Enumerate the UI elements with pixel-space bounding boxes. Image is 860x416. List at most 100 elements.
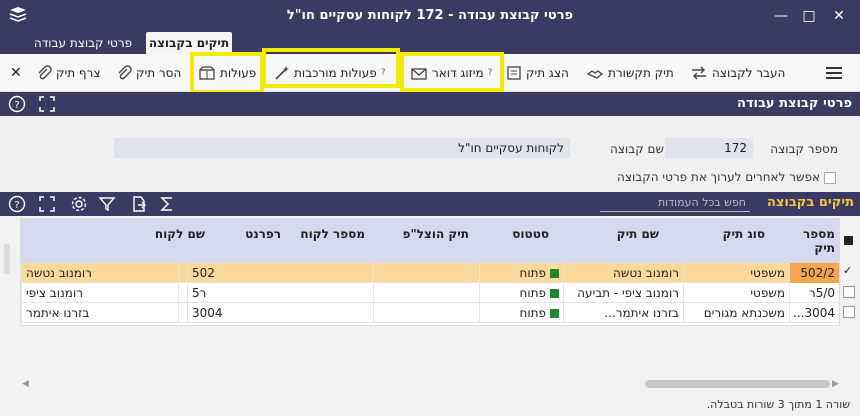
- cell-status: פתוח: [479, 263, 563, 283]
- window-title: פרטי קבוצת עבודה - 172 לקוחות עסקיים חו"…: [286, 8, 574, 23]
- cell-client-name: רומנוב נטשה: [21, 263, 187, 283]
- help-icon[interactable]: ?: [8, 195, 26, 213]
- paperclip-remove-icon: [118, 65, 132, 80]
- handshake-icon: [586, 70, 604, 79]
- close-icon[interactable]: ✕: [10, 54, 22, 92]
- cell-client-num: 3004: [187, 303, 373, 323]
- complex-actions-button[interactable]: ? פעולות מורכבות: [274, 54, 385, 92]
- cell-file-name: רומנוב נטשה: [563, 263, 683, 283]
- group-name-label: שם קבוצה: [610, 142, 664, 156]
- cell-file-name: רומנוב ציפי - תביעה: [563, 283, 683, 303]
- attach-file-label: צרף תיק: [56, 66, 101, 80]
- group-details-form: מספר קבוצה 172 שם קבוצה לקוחות עסקיים חו…: [0, 116, 860, 274]
- col-client-num[interactable]: מספר לקוח: [300, 227, 365, 241]
- cell-status-text: פתוח: [519, 286, 547, 300]
- comm-file-label: תיק תקשורת: [608, 66, 674, 80]
- expand-icon[interactable]: [38, 95, 56, 113]
- mail-merge-label: מיזוג דואר: [432, 66, 484, 80]
- cell-file-name: בזרנו איתמר...: [563, 303, 683, 323]
- paperclip-icon: [38, 65, 52, 80]
- export-icon[interactable]: [130, 195, 148, 213]
- row-count-footer: שורה 1 מתוך 3 שורות בטבלה.: [706, 398, 850, 411]
- cell-status-text: פתוח: [519, 266, 547, 280]
- status-open-icon: [550, 309, 559, 318]
- remove-file-button[interactable]: הסר תיק: [116, 54, 181, 92]
- row-checkbox[interactable]: [843, 306, 855, 318]
- cell-file-num: 502/2: [789, 263, 839, 283]
- group-number-label: מספר קבוצה: [770, 142, 838, 156]
- status-open-icon: [550, 289, 559, 298]
- allow-edit-checkbox[interactable]: [824, 172, 836, 184]
- col-client-name[interactable]: שם לקוח: [155, 227, 205, 241]
- remove-file-label: הסר תיק: [136, 66, 182, 80]
- close-window-button[interactable]: ✕: [826, 4, 852, 28]
- cell-file-type: משפטי: [683, 263, 789, 283]
- subgrid-title: תיקים בקבוצה: [767, 195, 854, 210]
- cell-file-type: משפטי: [683, 283, 789, 303]
- magic-wand-icon: [275, 66, 289, 80]
- side-scroll-handle[interactable]: [4, 244, 10, 274]
- actions-button[interactable]: פעולות: [198, 54, 256, 92]
- actions-label: פעולות: [220, 66, 257, 80]
- table-row[interactable]: 3004... משכנתא מגורים בזרנו איתמר... פתו…: [21, 303, 839, 323]
- box-icon: [199, 66, 215, 80]
- cell-file-type: משכנתא מגורים: [683, 303, 789, 323]
- table-row[interactable]: 5/0ר משפטי רומנוב ציפי - תביעה פתוח ר5 ר…: [21, 283, 839, 303]
- cell-client-num: 502: [187, 263, 373, 283]
- section-title: פרטי קבוצת עבודה: [736, 96, 852, 111]
- col-file-num[interactable]: מספר תיק: [785, 227, 835, 255]
- cell-client-name: בזרנו איתמר: [21, 303, 187, 323]
- group-name-field[interactable]: לקוחות עסקיים חו"ל: [114, 138, 570, 158]
- tabs-bar: תיקים בקבוצה פרטי קבוצת עבודה: [0, 32, 860, 54]
- mail-merge-button[interactable]: ? מיזוג דואר: [410, 54, 492, 92]
- attach-file-button[interactable]: צרף תיק: [36, 54, 100, 92]
- comm-file-button[interactable]: תיק תקשורת: [586, 54, 674, 92]
- cell-status: פתוח: [479, 283, 563, 303]
- document-icon: [507, 66, 521, 80]
- scroll-right-arrow[interactable]: ▶: [832, 379, 839, 389]
- scroll-left-arrow[interactable]: ◀: [22, 379, 29, 389]
- col-status[interactable]: סטטוס: [512, 227, 549, 241]
- toolbar: ✕ צרף תיק הסר תיק פעולות ? פעולות מורכבו…: [0, 48, 860, 140]
- group-number-field[interactable]: 172: [665, 138, 753, 158]
- col-reference[interactable]: רפרנט: [245, 227, 281, 241]
- expand-icon[interactable]: [38, 195, 56, 213]
- status-open-icon: [550, 269, 559, 278]
- cell-file-num: 5/0ר: [789, 283, 839, 303]
- table-header: מספר תיק סוג תיק שם תיק סטטוס תיק הוצל"פ…: [21, 219, 839, 263]
- row-checkmark-icon[interactable]: ✓: [843, 264, 852, 277]
- maximize-button[interactable]: □: [796, 4, 822, 28]
- col-exec-file[interactable]: תיק הוצל"פ: [403, 227, 469, 241]
- col-file-name[interactable]: שם תיק: [617, 227, 659, 241]
- help-sup-complex: ?: [380, 68, 386, 78]
- col-file-type[interactable]: סוג תיק: [723, 227, 765, 241]
- subgrid-header: ? חפש בכל העמודות תיקים בקבוצה: [0, 192, 860, 216]
- horizontal-scrollbar[interactable]: [645, 380, 830, 388]
- cell-exec-file: [373, 263, 479, 283]
- search-input[interactable]: חפש בכל העמודות: [600, 194, 750, 212]
- section-header: ? פרטי קבוצת עבודה: [0, 92, 860, 116]
- table-row[interactable]: 502/2 משפטי רומנוב נטשה פתוח 502 רומנוב …: [21, 263, 839, 283]
- gear-icon[interactable]: [70, 195, 88, 213]
- help-sup-mail: ?: [487, 68, 493, 78]
- tab-files-in-group[interactable]: תיקים בקבוצה: [146, 32, 232, 54]
- svg-text:?: ?: [14, 100, 19, 111]
- show-file-button[interactable]: הצג תיק: [506, 54, 569, 92]
- menu-icon[interactable]: [826, 66, 842, 80]
- select-all-checkbox[interactable]: [844, 236, 853, 245]
- cell-file-num: 3004...: [789, 303, 839, 323]
- cell-status-text: פתוח: [519, 306, 547, 320]
- transfer-to-group-button[interactable]: העבר לקבוצה: [690, 54, 785, 92]
- row-checkbox[interactable]: [843, 286, 855, 298]
- sum-icon[interactable]: [158, 195, 176, 213]
- envelope-icon: [411, 68, 427, 80]
- allow-edit-label: אפשר לאחרים לערוך את פרטי הקבוצה: [617, 170, 820, 184]
- tab-group-details[interactable]: פרטי קבוצת עבודה: [28, 32, 138, 54]
- title-bar: פרטי קבוצת עבודה - 172 לקוחות עסקיים חו"…: [0, 0, 860, 32]
- cell-status: פתוח: [479, 303, 563, 323]
- help-icon[interactable]: ?: [8, 95, 26, 113]
- files-table: מספר תיק סוג תיק שם תיק סטטוס תיק הוצל"פ…: [20, 218, 840, 326]
- filter-icon[interactable]: [98, 195, 116, 213]
- svg-text:?: ?: [14, 200, 19, 211]
- minimize-button[interactable]: —: [768, 4, 794, 28]
